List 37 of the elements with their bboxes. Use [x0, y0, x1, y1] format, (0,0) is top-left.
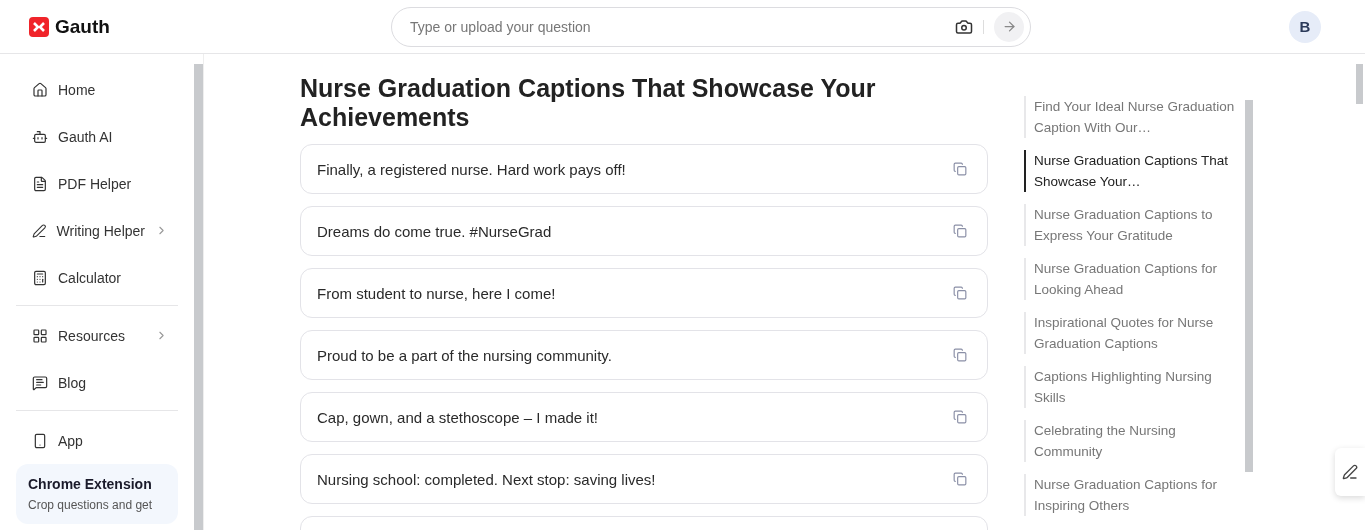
- caption-text: Dreams do come true. #NurseGrad: [317, 222, 552, 240]
- logo-text: Gauth: [55, 15, 110, 38]
- sidebar-item[interactable]: Home: [16, 66, 178, 113]
- camera-icon[interactable]: [955, 17, 973, 36]
- user-avatar[interactable]: B: [1289, 10, 1321, 43]
- sidebar-item[interactable]: Writing Helper: [16, 207, 178, 254]
- caption-text: Cap, gown, and a stethoscope – I made it!: [317, 408, 598, 426]
- pen-icon: [1342, 464, 1358, 480]
- copy-button[interactable]: [953, 224, 967, 238]
- side-tool-button[interactable]: [1335, 448, 1365, 496]
- page-scrollbar[interactable]: [1356, 64, 1363, 104]
- sidebar-item[interactable]: Calculator: [16, 254, 178, 301]
- caption-text: Nursing school: completed. Next stop: saving lives!: [317, 470, 656, 488]
- calculator-icon: [32, 269, 48, 286]
- arrow-icon: [1001, 19, 1017, 34]
- sidebar-item[interactable]: App: [16, 417, 178, 464]
- copy-button[interactable]: [953, 472, 967, 486]
- extension-card[interactable]: Chrome Extension Crop questions and get: [16, 464, 178, 524]
- copy-button[interactable]: [953, 410, 967, 424]
- sidebar-item[interactable]: Resources: [16, 312, 178, 359]
- search-field[interactable]: Type or upload your question: [408, 17, 945, 36]
- card-title: Chrome Extension: [28, 476, 153, 492]
- copy-button[interactable]: [953, 162, 967, 176]
- sidebar-item[interactable]: Blog: [16, 359, 178, 406]
- logo-icon: [29, 16, 49, 37]
- sidebar-item[interactable]: PDF Helper: [16, 160, 178, 207]
- copy-button[interactable]: [953, 286, 967, 300]
- home-icon: [32, 81, 48, 98]
- card-text: Crop questions and get: [28, 498, 154, 512]
- copy-button[interactable]: [953, 348, 967, 362]
- caption-text: From student to nurse, here I come!: [317, 284, 556, 302]
- toc-link[interactable]: Nurse Graduation Captions for Inspiring Others: [1024, 474, 1244, 516]
- sidebar-item[interactable]: Gauth AI: [16, 113, 178, 160]
- caption-text: Finally, a registered nurse. Hard work pays off!: [317, 160, 626, 178]
- section-heading: Nurse Graduation Captions That Showcase Your Achievements: [300, 74, 877, 132]
- submit-button[interactable]: [994, 11, 1024, 42]
- caption-text: Proud to be a part of the nursing community.: [317, 346, 612, 364]
